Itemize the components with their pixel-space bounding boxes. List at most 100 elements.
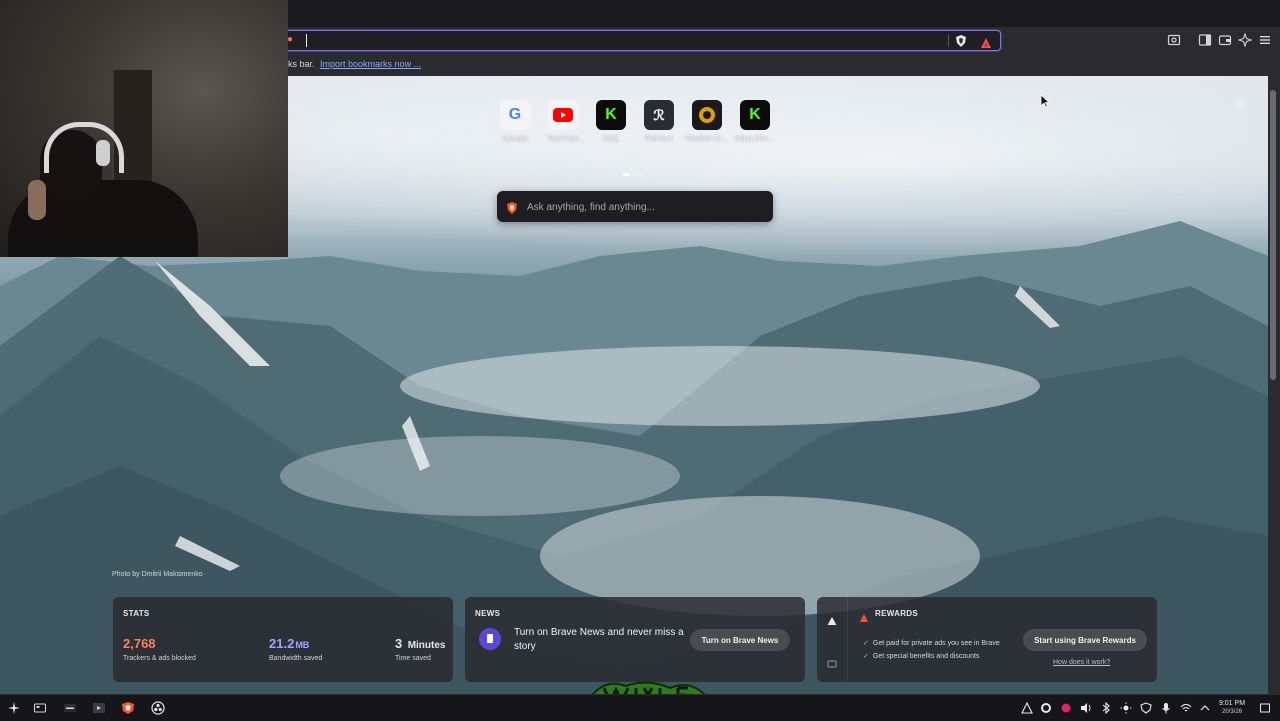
wifi-icon[interactable] <box>1180 701 1192 713</box>
headphones-icon <box>44 122 124 173</box>
checkmark-icon: ✓ <box>863 653 869 660</box>
vpn-tray-icon[interactable] <box>1140 701 1152 714</box>
google-icon: G <box>500 100 530 130</box>
rewards-benefit-text: Get paid for private ads you see in Brav… <box>872 640 1000 647</box>
top-site-label: https://kic... <box>734 134 776 143</box>
time-value: 3 <box>395 636 403 651</box>
webcam-person-hand <box>28 180 46 220</box>
obs-tray-icon[interactable] <box>1040 701 1052 713</box>
kick-icon: K <box>596 100 626 130</box>
brave-logo-icon <box>507 201 517 214</box>
page-dot[interactable] <box>622 173 630 176</box>
top-site-label: Roobet Cr... <box>685 134 729 143</box>
screenshot-icon[interactable] <box>1167 33 1181 47</box>
bluetooth-icon[interactable] <box>1100 701 1112 715</box>
how-does-it-work-link[interactable]: How does it work? <box>1053 659 1110 666</box>
rewards-benefits-list: ✓ Get paid for private ads you see in Bra… <box>863 637 1000 663</box>
import-bookmarks-link[interactable]: Import bookmarks now ... <box>320 59 421 69</box>
omnibox-divider <box>948 34 949 47</box>
brave-browser-taskbar-icon[interactable] <box>120 700 136 716</box>
search-input[interactable] <box>525 191 769 224</box>
rainbet-icon: ℛ <box>644 100 674 130</box>
brave-rewards-tray-icon[interactable] <box>1021 701 1033 714</box>
bookmarks-bar-message: ks bar. Import bookmarks now ... <box>288 59 421 69</box>
headphone-earcup <box>96 140 110 166</box>
page-scrollbar-thumb[interactable] <box>1270 90 1276 380</box>
rewards-tab-icon[interactable] <box>827 613 837 625</box>
microphone-icon[interactable] <box>1160 701 1172 714</box>
customize-gear-icon[interactable] <box>1234 97 1246 109</box>
top-site-youtube[interactable]: YouTube <box>540 100 586 143</box>
sidebar-toggle-icon[interactable] <box>1198 33 1212 47</box>
top-site-rainbet[interactable]: ℛ Rainbet <box>636 100 682 143</box>
top-site-kick[interactable]: K Kick <box>588 100 634 143</box>
address-bar[interactable]: ● <box>283 30 1001 52</box>
time-unit: Minutes <box>407 640 446 651</box>
menu-icon[interactable] <box>1258 33 1272 47</box>
stat-bandwidth: 21.2MB Bandwidth saved <box>269 635 322 662</box>
tray-expand-icon[interactable] <box>1199 701 1211 713</box>
address-input[interactable] <box>310 31 934 52</box>
volume-icon[interactable] <box>1080 701 1092 713</box>
brave-rewards-icon[interactable] <box>981 35 991 48</box>
app-launcher-icon[interactable] <box>91 700 107 716</box>
list-item: ✓ Get paid for private ads you see in Bra… <box>863 637 1000 650</box>
start-menu-icon[interactable] <box>6 700 22 716</box>
obs-icon[interactable] <box>150 700 166 716</box>
news-icon <box>479 628 501 650</box>
top-site-label: Rainbet <box>645 134 673 143</box>
taskbar-clock[interactable]: 9:01 PM 20/3/26 <box>1212 699 1252 716</box>
top-site-kick-url[interactable]: K https://kic... <box>732 100 778 143</box>
clock-time: 9:01 PM <box>1218 700 1246 707</box>
bandwidth-unit: MB <box>295 640 310 650</box>
stats-title: STATS <box>123 609 150 618</box>
webcam-overlay <box>0 0 288 257</box>
bandwidth-caption: Bandwidth saved <box>269 655 323 662</box>
ntp-search-box[interactable] <box>497 191 773 224</box>
trackers-caption: Trackers & ads blocked <box>123 655 196 662</box>
text-caret <box>306 34 307 47</box>
page-dot[interactable] <box>633 173 641 176</box>
stat-trackers: 2,768 Trackers & ads blocked <box>123 635 196 662</box>
wallet-icon[interactable] <box>1218 33 1232 47</box>
photo-credit[interactable]: Photo by Dmitrii Maksimenko <box>112 571 203 578</box>
list-item: ✓ Get special benefits and discounts <box>863 650 1000 663</box>
news-description: Turn on Brave News and never miss a stor… <box>514 627 684 652</box>
top-site-label: Google <box>502 134 528 143</box>
leo-ai-icon[interactable] <box>1238 33 1252 47</box>
stats-card: STATS 2,768 Trackers & ads blocked 21.2M… <box>113 597 453 682</box>
rewards-benefit-text: Get special benefits and discounts <box>872 653 980 660</box>
top-sites-pagination[interactable] <box>622 163 646 176</box>
vpn-tab-icon[interactable] <box>827 656 837 668</box>
rewards-triangle-icon <box>860 609 868 622</box>
rewards-title: REWARDS <box>875 609 918 618</box>
brightness-icon[interactable] <box>1120 701 1132 714</box>
show-desktop-icon[interactable] <box>1259 701 1271 713</box>
top-sites: G Google YouTube K Kick ℛ Rainbet Roobet… <box>496 100 786 156</box>
rewards-side-rail <box>817 597 848 682</box>
start-rewards-button[interactable]: Start using Brave Rewards <box>1023 629 1147 651</box>
time-caption: Time saved <box>395 655 431 662</box>
taskbar: 9:01 PM 20/3/26 <box>0 694 1280 721</box>
news-title: NEWS <box>475 609 501 618</box>
youtube-icon <box>548 100 578 130</box>
top-site-label: Kick <box>603 134 619 143</box>
trackers-count: 2,768 <box>123 636 156 651</box>
recording-indicator-icon[interactable] <box>1060 701 1072 713</box>
top-site-label: YouTube <box>547 134 579 143</box>
top-site-google[interactable]: G Google <box>492 100 538 143</box>
stat-time: 3 Minutes Time saved <box>395 635 445 662</box>
bookmarks-bar-text: ks bar. <box>288 59 315 69</box>
brave-shields-icon[interactable] <box>956 34 966 47</box>
site-info-icon[interactable]: ● <box>287 34 299 46</box>
rewards-card: REWARDS ✓ Get paid for private ads you se… <box>817 597 1157 682</box>
news-card: NEWS Turn on Brave News and never miss a… <box>465 597 805 682</box>
mouse-cursor-icon <box>1040 94 1051 108</box>
terminal-icon[interactable] <box>62 700 78 716</box>
turn-on-news-button[interactable]: Turn on Brave News <box>690 629 790 651</box>
roobet-icon <box>692 100 722 130</box>
kick-icon: K <box>740 100 770 130</box>
checkmark-icon: ✓ <box>863 640 869 647</box>
file-manager-icon[interactable] <box>32 700 48 716</box>
top-site-roobet[interactable]: Roobet Cr... <box>684 100 730 143</box>
